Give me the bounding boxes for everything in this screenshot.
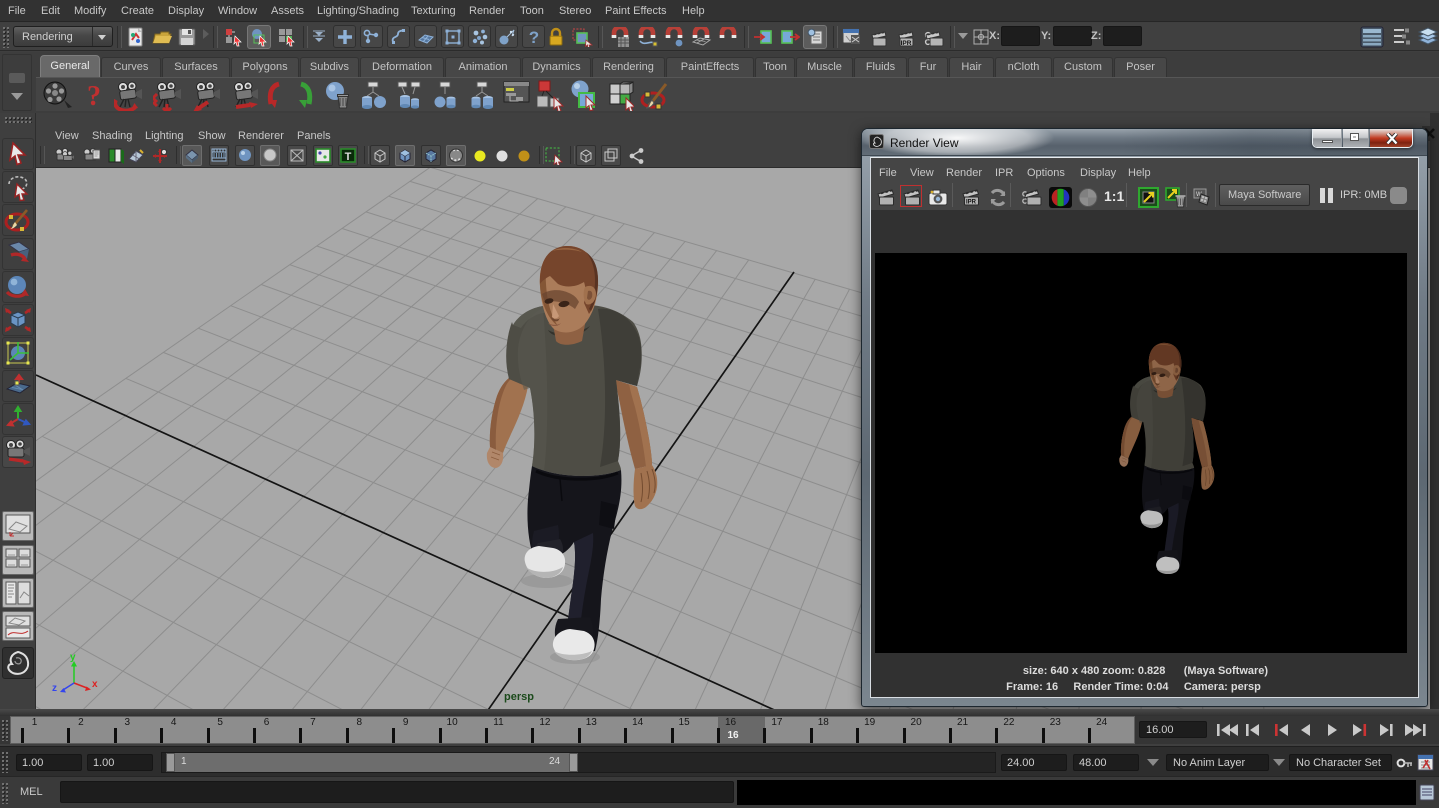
- svg-text:T: T: [345, 151, 352, 163]
- svg-text:IPR: IPR: [966, 200, 977, 206]
- svg-text:?: ?: [87, 81, 101, 111]
- svg-text:?: ?: [529, 28, 539, 47]
- svg-text:IPR: IPR: [901, 40, 912, 47]
- svg-text:x: x: [92, 679, 98, 690]
- svg-text:z: z: [52, 683, 57, 694]
- svg-text:y: y: [70, 652, 76, 663]
